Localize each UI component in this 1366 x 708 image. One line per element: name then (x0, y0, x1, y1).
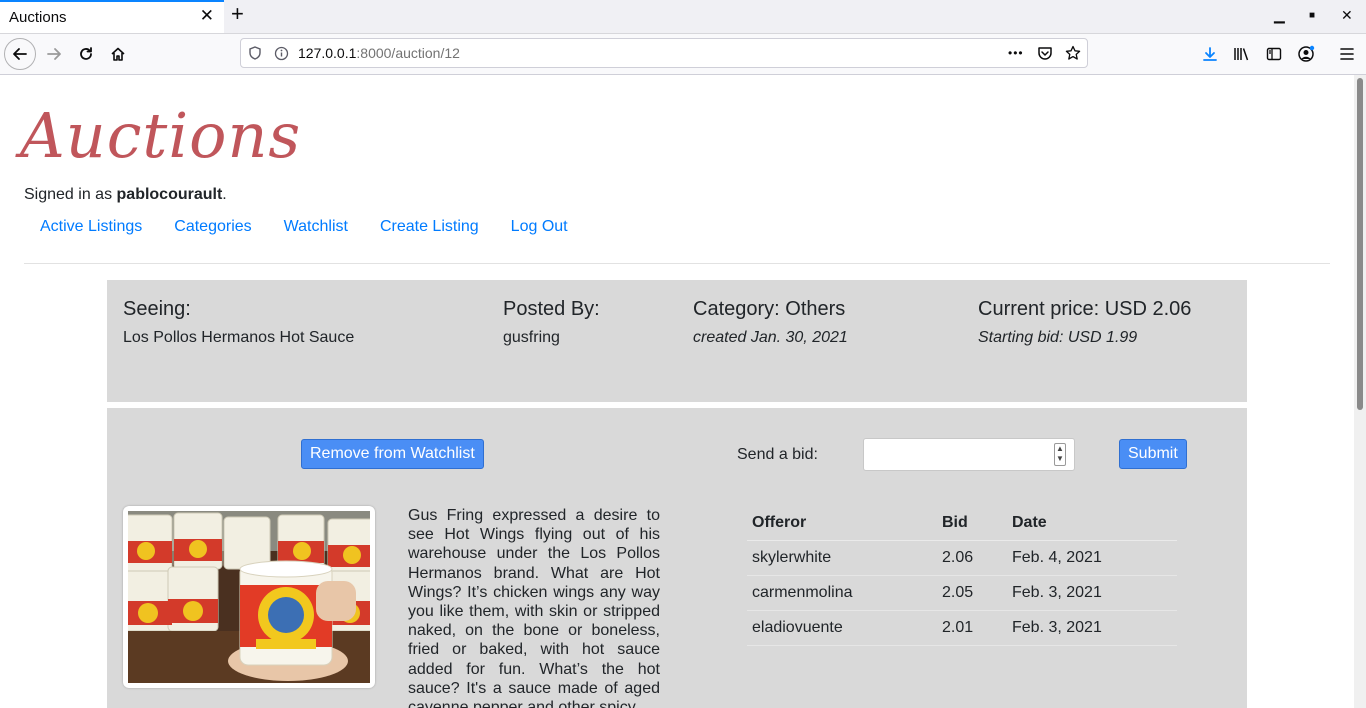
pocket-icon[interactable] (1037, 39, 1053, 67)
bid-amount: 2.01 (937, 610, 1007, 646)
new-tab-button[interactable]: + (231, 3, 244, 25)
divider (24, 263, 1330, 264)
maximize-button[interactable]: ■ (1309, 11, 1315, 21)
created-date: created Jan. 30, 2021 (693, 329, 848, 346)
username: pablocourault (116, 186, 223, 203)
bid-stepper[interactable]: ▲ ▼ (1054, 443, 1066, 466)
submit-bid-button[interactable]: Submit (1119, 439, 1187, 469)
tab-bar: Auctions ✕ + ▁ ■ ✕ (0, 0, 1366, 34)
minimize-button[interactable]: ▁ (1274, 8, 1285, 22)
seeing-label: Seeing: (123, 298, 191, 320)
bid-date: Feb. 4, 2021 (1007, 540, 1177, 576)
page-scrollbar[interactable] (1354, 75, 1366, 708)
remove-from-watchlist-button[interactable]: Remove from Watchlist (301, 439, 484, 469)
column-header-date: Date (1007, 505, 1177, 541)
table-row: eladiovuente 2.01 Feb. 3, 2021 (747, 610, 1177, 646)
hamburger-menu-icon (1340, 48, 1354, 60)
downloads-button[interactable] (1199, 34, 1221, 74)
tab-close-icon[interactable]: ✕ (200, 7, 214, 24)
bid-label: Send a bid: (737, 446, 818, 463)
bid-offeror: carmenmolina (747, 575, 937, 611)
listing-owner: gusfring (503, 329, 560, 346)
bid-date: Feb. 3, 2021 (1007, 575, 1177, 611)
listing-info-panel: Seeing: Los Pollos Hermanos Hot Sauce Po… (107, 280, 1247, 402)
listing-name: Los Pollos Hermanos Hot Sauce (123, 329, 355, 346)
address-bar[interactable]: 127.0.0.1:8000/auction/12 ••• (240, 38, 1088, 68)
nav-active-listings[interactable]: Active Listings (24, 218, 158, 236)
sidebar-button[interactable] (1263, 34, 1285, 74)
page-content: Auctions Signed in as pablocourault. Act… (0, 75, 1354, 708)
site-title: Auctions (20, 99, 302, 172)
download-icon (1203, 47, 1217, 61)
bookmark-star-icon[interactable] (1065, 39, 1081, 67)
category-label: Category: Others (693, 298, 846, 320)
back-arrow-icon (13, 48, 27, 60)
navigation-toolbar: 127.0.0.1:8000/auction/12 ••• (0, 34, 1366, 75)
listing-image-frame (123, 506, 375, 688)
signed-in-prefix: Signed in as (24, 186, 117, 203)
nav-log-out[interactable]: Log Out (495, 218, 584, 236)
account-button[interactable] (1295, 34, 1317, 74)
bid-offeror: eladiovuente (747, 610, 937, 646)
bids-table: Offeror Bid Date skylerwhite 2.06 Feb. 4… (747, 505, 1177, 646)
sidebar-icon (1266, 47, 1282, 61)
site-info-icon[interactable] (274, 39, 289, 67)
library-button[interactable] (1231, 34, 1253, 74)
back-button[interactable] (4, 38, 36, 70)
url-host: 127.0.0.1 (298, 45, 357, 61)
bids-header-row: Offeror Bid Date (747, 505, 1177, 541)
current-price: Current price: USD 2.06 (978, 298, 1192, 320)
bid-amount: 2.06 (937, 540, 1007, 576)
column-header-bid: Bid (937, 505, 1007, 541)
browser-tab[interactable]: Auctions ✕ (0, 0, 224, 33)
tab-title: Auctions (9, 9, 67, 26)
listing-body-panel: Remove from Watchlist Send a bid: ▲ ▼ Sub… (107, 408, 1247, 708)
nav-categories[interactable]: Categories (158, 218, 267, 236)
posted-by-label: Posted By: (503, 298, 600, 320)
url-text[interactable]: 127.0.0.1:8000/auction/12 (298, 45, 460, 61)
signed-in-suffix: . (222, 186, 227, 203)
url-path: :8000/auction/12 (356, 45, 460, 61)
reload-button[interactable] (74, 34, 98, 74)
window-close-button[interactable]: ✕ (1341, 8, 1353, 22)
forward-button[interactable] (42, 34, 66, 74)
bid-amount: 2.05 (937, 575, 1007, 611)
bid-input[interactable]: ▲ ▼ (863, 438, 1075, 471)
nav-watchlist[interactable]: Watchlist (268, 218, 364, 236)
home-button[interactable] (106, 34, 130, 74)
page-actions-icon[interactable]: ••• (1008, 39, 1024, 67)
reload-icon (80, 47, 92, 60)
starting-bid: Starting bid: USD 1.99 (978, 329, 1138, 346)
nav-create-listing[interactable]: Create Listing (364, 218, 495, 236)
signed-in-status: Signed in as pablocourault. (24, 186, 227, 204)
table-row: skylerwhite 2.06 Feb. 4, 2021 (747, 540, 1177, 576)
listing-image (128, 511, 370, 683)
main-nav: Active Listings Categories Watchlist Cre… (24, 218, 584, 236)
bid-date: Feb. 3, 2021 (1007, 610, 1177, 646)
library-icon (1234, 48, 1249, 61)
table-row: carmenmolina 2.05 Feb. 3, 2021 (747, 575, 1177, 611)
tracking-protection-icon[interactable] (248, 39, 262, 67)
home-icon (111, 47, 125, 61)
column-header-offeror: Offeror (747, 505, 937, 541)
bid-offeror: skylerwhite (747, 540, 937, 576)
forward-arrow-icon (47, 48, 61, 60)
menu-button[interactable] (1336, 34, 1358, 74)
account-icon (1298, 45, 1315, 62)
listing-description: Gus Fring expressed a desire to see Hot … (408, 507, 660, 708)
scrollbar-thumb[interactable] (1357, 78, 1363, 410)
